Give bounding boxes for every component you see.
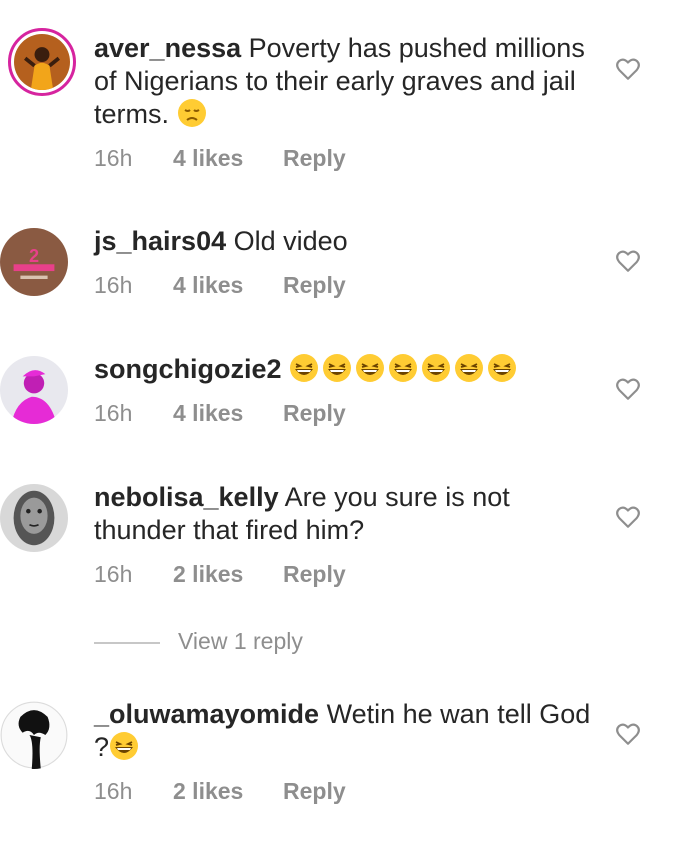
comment-username[interactable]: aver_nessa [94, 33, 241, 63]
avatar[interactable] [8, 28, 76, 96]
comment-likes[interactable]: 4 likes [173, 400, 283, 427]
comment-time: 16h [94, 561, 133, 587]
comment-username[interactable]: js_hairs04 [94, 226, 226, 256]
comment-body: Old video [233, 226, 348, 256]
heart-outline-icon[interactable] [615, 721, 641, 747]
avatar[interactable] [0, 356, 68, 424]
laughing-face-emoji-icon [322, 353, 352, 383]
avatar[interactable]: 2 [0, 228, 68, 296]
laughing-face-emoji-icon [454, 353, 484, 383]
sad-face-emoji-icon [177, 98, 207, 128]
heart-outline-icon[interactable] [615, 248, 641, 274]
heart-outline-icon[interactable] [615, 376, 641, 402]
svg-text:2: 2 [29, 246, 39, 266]
comment-username[interactable]: nebolisa_kelly [94, 482, 279, 512]
comment-text: aver_nessa Poverty has pushed millions o… [94, 32, 594, 131]
comment-likes[interactable]: 4 likes [173, 272, 283, 299]
reply-button[interactable]: Reply [283, 145, 346, 172]
comment-meta: 16h 4 likes Reply [94, 272, 346, 299]
laughing-face-emoji-icon [109, 731, 139, 761]
avatar-image [0, 701, 68, 769]
comment-text: _oluwamayomide Wetin he wan tell God ? [94, 698, 594, 764]
comment-time: 16h [94, 272, 133, 298]
reply-button[interactable]: Reply [283, 272, 346, 299]
avatar-image [14, 34, 70, 90]
avatar-image [0, 484, 68, 552]
comment-meta: 16h 4 likes Reply [94, 400, 346, 427]
view-replies-divider [94, 642, 160, 644]
comment-time: 16h [94, 145, 133, 171]
avatar[interactable] [0, 484, 68, 552]
laughing-face-emoji-icon [289, 353, 319, 383]
laughing-face-emoji-icon [487, 353, 517, 383]
laughing-face-emoji-icon [421, 353, 451, 383]
comment-time: 16h [94, 400, 133, 426]
reply-button[interactable]: Reply [283, 561, 346, 588]
comment-meta: 16h 4 likes Reply [94, 145, 346, 172]
reply-button[interactable]: Reply [283, 778, 346, 805]
comment-text: songchigozie2 [94, 353, 594, 386]
comment-likes[interactable]: 4 likes [173, 145, 283, 172]
comment-username[interactable]: songchigozie2 [94, 354, 282, 384]
heart-outline-icon[interactable] [615, 56, 641, 82]
avatar-image: 2 [0, 228, 68, 296]
avatar-image [0, 356, 68, 424]
avatar[interactable] [0, 701, 68, 769]
comment-username[interactable]: _oluwamayomide [94, 699, 319, 729]
comment-meta: 16h 2 likes Reply [94, 561, 346, 588]
laughing-face-emoji-icon [388, 353, 418, 383]
heart-outline-icon[interactable] [615, 504, 641, 530]
comment-text: nebolisa_kelly Are you sure is not thund… [94, 481, 594, 547]
view-replies-label[interactable]: View 1 reply [178, 628, 303, 655]
comment-text: js_hairs04 Old video [94, 225, 594, 258]
reply-button[interactable]: Reply [283, 400, 346, 427]
laughing-face-emoji-icon [355, 353, 385, 383]
comment-likes[interactable]: 2 likes [173, 561, 283, 588]
comment-time: 16h [94, 778, 133, 804]
comment-meta: 16h 2 likes Reply [94, 778, 346, 805]
comment-likes[interactable]: 2 likes [173, 778, 283, 805]
